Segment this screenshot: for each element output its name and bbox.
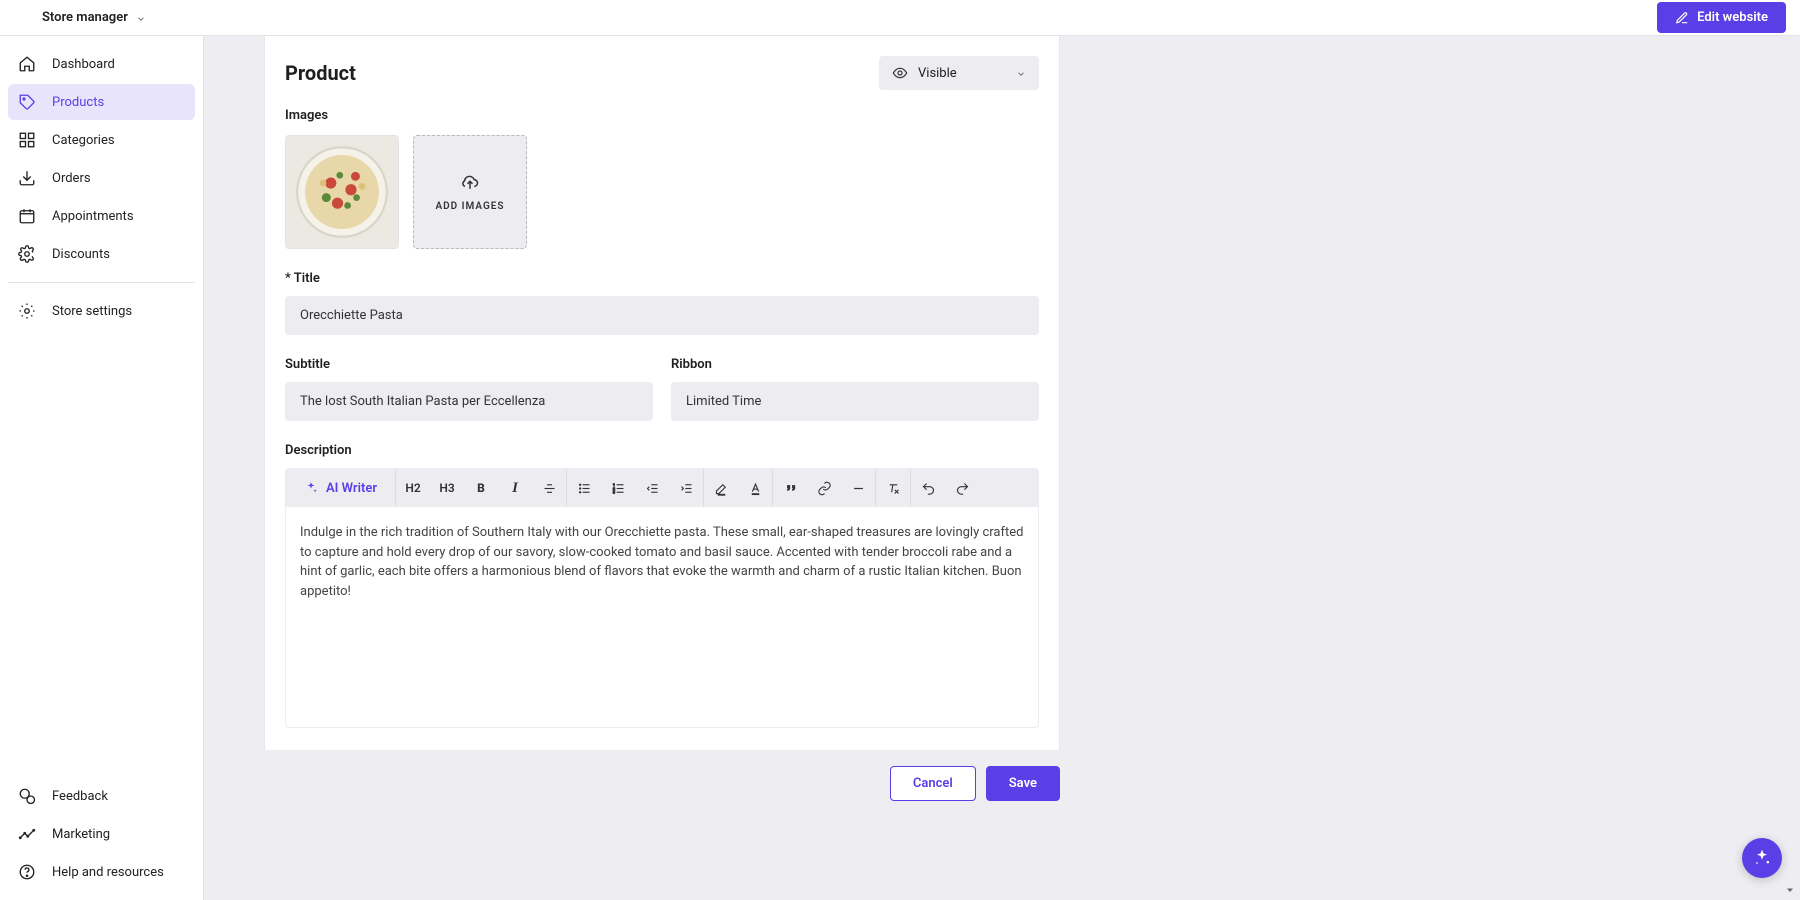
- sidebar-main-group: Dashboard Products Categories Orders App…: [8, 46, 195, 272]
- footer-actions: Cancel Save: [264, 750, 1060, 815]
- topbar: Store manager Edit website: [0, 0, 1800, 36]
- sidebar: Dashboard Products Categories Orders App…: [0, 36, 204, 900]
- sidebar-item-label: Discounts: [52, 247, 110, 262]
- sidebar-item-marketing[interactable]: Marketing: [8, 816, 195, 852]
- sidebar-item-label: Help and resources: [52, 865, 164, 880]
- sidebar-item-orders[interactable]: Orders: [8, 160, 195, 196]
- rte-clear-format-button[interactable]: [876, 469, 910, 507]
- feedback-icon: [18, 787, 36, 805]
- sidebar-item-label: Marketing: [52, 827, 110, 842]
- edit-website-label: Edit website: [1697, 10, 1768, 25]
- calendar-icon: [18, 207, 36, 225]
- rte-numbered-list-button[interactable]: 123: [601, 469, 635, 507]
- description-textarea[interactable]: Indulge in the rich tradition of Souther…: [286, 507, 1038, 727]
- add-images-label: ADD IMAGES: [435, 201, 504, 212]
- settings-icon: [18, 302, 36, 320]
- sidebar-item-dashboard[interactable]: Dashboard: [8, 46, 195, 82]
- analytics-icon: [18, 825, 36, 843]
- sidebar-bottom-group: Feedback Marketing Help and resources: [8, 778, 195, 890]
- main-content: Product Visible Images: [204, 36, 1800, 900]
- sidebar-item-label: Store settings: [52, 304, 132, 319]
- subtitle-label: Subtitle: [285, 357, 653, 372]
- home-icon: [18, 55, 36, 73]
- store-selector[interactable]: Store manager: [42, 10, 146, 25]
- cancel-button[interactable]: Cancel: [890, 766, 976, 801]
- sidebar-item-categories[interactable]: Categories: [8, 122, 195, 158]
- rte-quote-button[interactable]: [773, 469, 807, 507]
- rte-strikethrough-button[interactable]: [532, 469, 566, 507]
- chevron-down-icon: [1016, 68, 1026, 78]
- rich-text-editor: AI Writer H2 H3 B I: [285, 468, 1039, 728]
- ribbon-input[interactable]: [671, 382, 1039, 421]
- ai-assistant-fab[interactable]: [1742, 838, 1782, 878]
- rte-bullet-list-button[interactable]: [567, 469, 601, 507]
- rte-link-button[interactable]: [807, 469, 841, 507]
- scroll-down-icon: [1784, 884, 1796, 896]
- rte-highlight-button[interactable]: [704, 469, 738, 507]
- images-section-label: Images: [285, 108, 1039, 123]
- grid-icon: [18, 131, 36, 149]
- rte-toolbar: AI Writer H2 H3 B I: [286, 469, 1038, 507]
- sidebar-item-products[interactable]: Products: [8, 84, 195, 120]
- ai-writer-label: AI Writer: [326, 481, 377, 496]
- subtitle-input[interactable]: [285, 382, 653, 421]
- rte-undo-button[interactable]: [911, 469, 945, 507]
- rte-hr-button[interactable]: [841, 469, 875, 507]
- sidebar-divider: [8, 282, 195, 283]
- rte-bold-button[interactable]: B: [464, 469, 498, 507]
- tag-icon: [18, 93, 36, 111]
- sidebar-item-label: Categories: [52, 133, 115, 148]
- sidebar-item-appointments[interactable]: Appointments: [8, 198, 195, 234]
- sidebar-item-label: Feedback: [52, 789, 108, 804]
- visibility-label: Visible: [918, 66, 957, 81]
- title-input[interactable]: [285, 296, 1039, 335]
- ai-writer-button[interactable]: AI Writer: [286, 481, 395, 496]
- help-icon: [18, 863, 36, 881]
- sidebar-item-label: Appointments: [52, 209, 134, 224]
- rte-h3-button[interactable]: H3: [430, 469, 464, 507]
- rte-italic-button[interactable]: I: [498, 469, 532, 507]
- sidebar-item-label: Orders: [52, 171, 91, 186]
- sidebar-item-discounts[interactable]: Discounts: [8, 236, 195, 272]
- rte-outdent-button[interactable]: [635, 469, 669, 507]
- add-images-button[interactable]: ADD IMAGES: [413, 135, 527, 249]
- page-title: Product: [285, 61, 356, 85]
- product-image-thumb[interactable]: [285, 135, 399, 249]
- edit-website-button[interactable]: Edit website: [1657, 2, 1786, 33]
- download-icon: [18, 169, 36, 187]
- sparkle-icon: [304, 481, 318, 495]
- upload-icon: [460, 173, 480, 193]
- save-button[interactable]: Save: [986, 766, 1060, 801]
- edit-icon: [1675, 11, 1689, 25]
- eye-icon: [892, 65, 908, 81]
- sidebar-item-label: Dashboard: [52, 57, 115, 72]
- rte-indent-button[interactable]: [669, 469, 703, 507]
- visibility-select[interactable]: Visible: [879, 56, 1039, 90]
- rte-h2-button[interactable]: H2: [396, 469, 430, 507]
- rte-text-color-button[interactable]: [738, 469, 772, 507]
- ribbon-label: Ribbon: [671, 357, 1039, 372]
- rte-redo-button[interactable]: [945, 469, 979, 507]
- sidebar-item-store-settings[interactable]: Store settings: [8, 293, 195, 329]
- sidebar-item-feedback[interactable]: Feedback: [8, 778, 195, 814]
- chevron-down-icon: [136, 13, 146, 23]
- sidebar-item-label: Products: [52, 95, 104, 110]
- sidebar-item-help[interactable]: Help and resources: [8, 854, 195, 890]
- sidebar-settings-group: Store settings: [8, 293, 195, 329]
- description-label: Description: [285, 443, 1039, 458]
- store-selector-label: Store manager: [42, 10, 128, 25]
- svg-text:3: 3: [612, 490, 614, 494]
- gear-icon: [18, 245, 36, 263]
- title-label: Title: [285, 271, 1039, 286]
